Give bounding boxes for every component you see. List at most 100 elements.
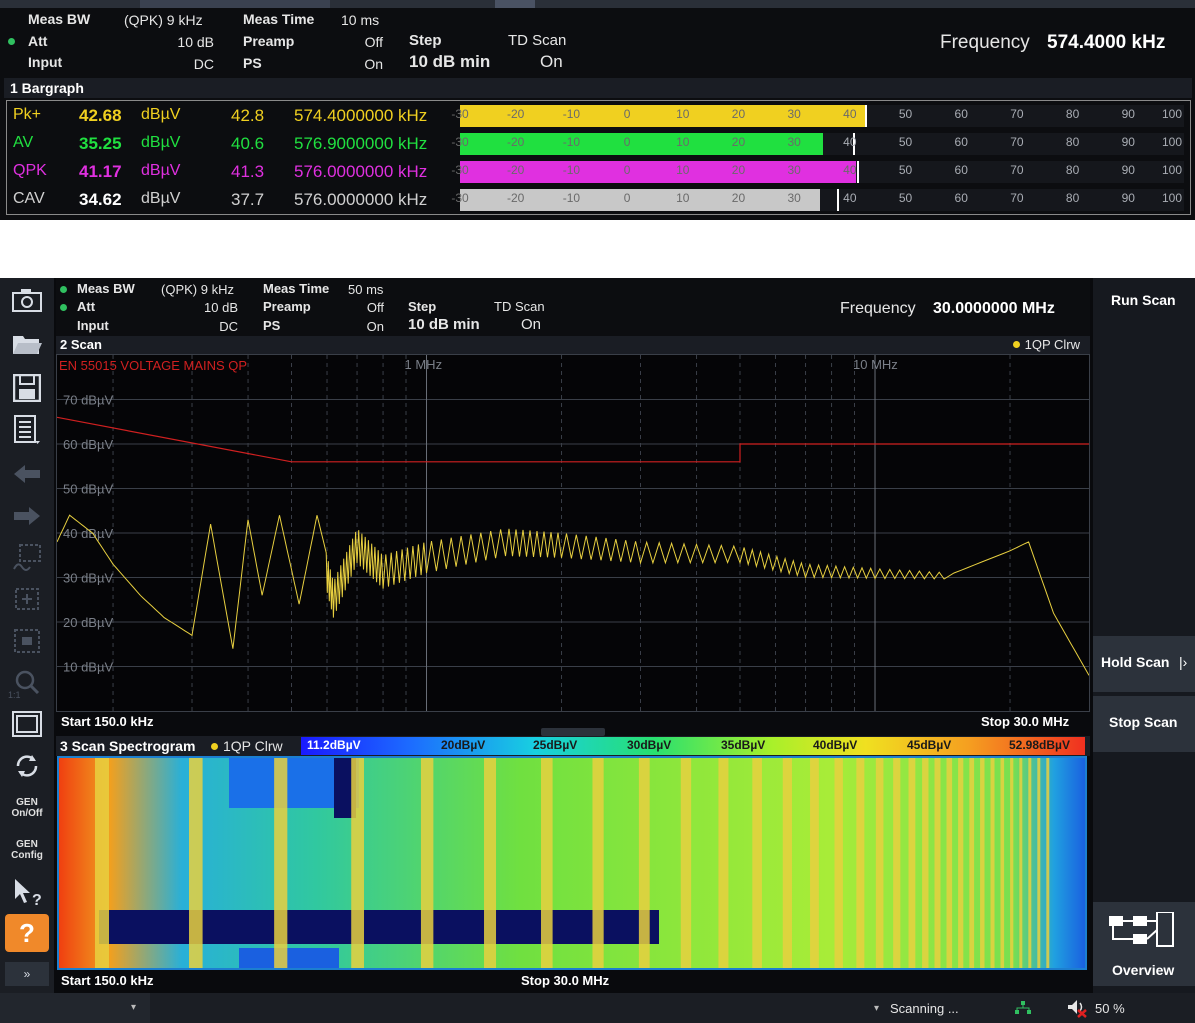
colorbar-label: 45dBµV (907, 738, 952, 752)
frequency-value[interactable]: 574.4000 kHz (1047, 32, 1165, 54)
meas-time-label: Meas Time (263, 281, 330, 296)
report-list-icon[interactable] (5, 410, 49, 450)
spectrogram-harmonic-stripe (893, 758, 901, 968)
full-screen-icon[interactable] (5, 704, 49, 744)
bar-scale-tick: -30 (451, 135, 469, 149)
bar-scale-tick: 50 (898, 163, 913, 177)
bar-scale-tick: 100 (1161, 135, 1183, 149)
open-folder-icon[interactable] (5, 324, 49, 364)
spectrogram-harmonic-stripe (351, 758, 365, 968)
help-icon[interactable]: ? (5, 914, 49, 952)
stop-scan-button[interactable]: Stop Scan (1093, 696, 1195, 752)
step-value: 10 dB min (408, 316, 480, 333)
spectrogram-patch (239, 948, 339, 968)
frequency-label: Frequency (940, 32, 1030, 53)
softkey-panel: Run Scan Hold Scan |› Stop Scan Overview (1093, 278, 1195, 993)
input-value: DC (219, 319, 238, 334)
bar-scale-tick: -30 (451, 107, 469, 121)
y-axis-label: 70 dBµV (63, 393, 113, 408)
bar-scale-tick: 80 (1065, 135, 1080, 149)
meas-bw-label: Meas BW (28, 11, 91, 27)
bar-scale-tick: 20 (731, 191, 746, 205)
bar-scale-tick: 80 (1065, 163, 1080, 177)
y-axis-label: 50 dBµV (63, 482, 113, 497)
spectrogram-trace-legend: 1QP Clrw (211, 738, 283, 754)
bar-scale-tick: -20 (507, 191, 525, 205)
speaker-muted-icon[interactable] (1066, 998, 1092, 1018)
gen-config-button[interactable]: GEN Config (5, 830, 49, 870)
splitter-handle[interactable] (541, 728, 605, 736)
frequency-value[interactable]: 30.0000000 MHz (933, 300, 1055, 318)
spectrogram-harmonic-stripe (484, 758, 497, 968)
att-status-dot (8, 38, 15, 45)
expand-toolbar-chevron-icon[interactable]: » (5, 962, 49, 986)
bargraph-title: 1 Bargraph (4, 78, 1192, 98)
zoom-spectrum-icon[interactable] (5, 538, 49, 578)
zoom-off-icon[interactable]: 1:1 (5, 662, 49, 702)
bar-scale-tick: 30 (787, 135, 801, 149)
scan-stop-label: Stop 30.0 MHz (981, 714, 1070, 729)
ps-value: On (366, 319, 384, 334)
detector-label: Pk+ (13, 106, 42, 123)
context-help-pointer-icon[interactable]: ? (5, 872, 49, 912)
status-dropdown[interactable]: ▾ (0, 993, 150, 1023)
detector-value: 35.25 (79, 134, 122, 153)
zoom-area-icon[interactable] (5, 622, 49, 662)
bar-scale-tick: -30 (451, 163, 469, 177)
detector-unit: dBµV (141, 134, 181, 151)
peak-frequency: 574.4000000 kHz (294, 106, 428, 125)
y-axis-label: 40 dBµV (63, 526, 113, 541)
bar-scale-tick: -10 (562, 163, 581, 177)
tab-strip-handle[interactable] (495, 0, 535, 8)
spectrogram-svg (59, 758, 1085, 968)
meas-time-value: 50 ms (348, 282, 384, 297)
frequency-mark-label: 1 MHz (405, 357, 443, 372)
limit-line-label: EN 55015 VOLTAGE MAINS QP (59, 358, 247, 373)
level-bar: -30 -20 -10 0 10 20 30 40 50 60 70 80 90 100 (451, 105, 1184, 127)
att-status-dot (60, 304, 67, 311)
hold-scan-button[interactable]: Hold Scan |› (1093, 636, 1195, 692)
multi-zoom-icon[interactable] (5, 580, 49, 620)
sequencer-icon[interactable] (5, 746, 49, 786)
att-value: 10 dB (177, 34, 214, 50)
ps-value: On (364, 56, 383, 72)
bargraph-window: Meas BW (QPK) 9 kHz Att 10 dB Input DC M… (0, 0, 1195, 220)
scan-diagram[interactable]: 70 dBµV 60 dBµV 50 dBµV 40 dBµV 30 dBµV 20 dB… (56, 354, 1090, 712)
bar-scale-tick: 10 (676, 163, 690, 177)
scan-plot-svg: 70 dBµV 60 dBµV 50 dBµV 40 dBµV 30 dBµV 20 dB… (57, 355, 1089, 711)
bar-scale-tick: 40 (843, 107, 857, 121)
save-disk-icon[interactable] (5, 368, 49, 408)
bar-scale-tick: -10 (562, 135, 581, 149)
peak-frequency: 576.0000000 kHz (294, 190, 428, 209)
undo-arrow-icon[interactable] (5, 454, 49, 494)
spectrogram-harmonic-stripe (908, 758, 916, 968)
spectrogram-harmonic-stripe (1010, 758, 1014, 968)
y-axis-label: 10 dBµV (63, 660, 113, 675)
overview-flow-icon (1109, 912, 1174, 947)
peak-value: 40.6 (231, 134, 265, 153)
att-label: Att (28, 33, 48, 49)
peak-hold-marker (865, 105, 868, 127)
bar-scale-tick: 70 (1010, 107, 1024, 121)
spectrogram-stop-label: Stop 30.0 MHz (521, 973, 610, 988)
bar-scale-tick: 10 (676, 191, 690, 205)
tab-strip-segment[interactable] (140, 0, 330, 8)
overview-button[interactable]: Overview (1093, 902, 1195, 986)
redo-arrow-icon[interactable] (5, 496, 49, 536)
ps-label: PS (263, 318, 281, 333)
colorbar-label: 25dBµV (533, 738, 578, 752)
spectrogram-harmonic-stripe (1019, 758, 1023, 968)
bar-scale-tick: -20 (507, 135, 525, 149)
gen-on-off-button[interactable]: GEN On/Off (5, 788, 49, 828)
spectrogram-diagram[interactable] (57, 756, 1087, 970)
meas-bw-value: (QPK) 9 kHz (124, 12, 203, 28)
bar-scale-tick: 0 (623, 191, 631, 205)
left-toolbar: 1:1 GEN On/Off GEN Config ? ? » (0, 278, 54, 993)
screenshot-camera-icon[interactable] (5, 280, 49, 320)
limit-line (57, 416, 1089, 463)
colorbar-label: 52.98dBµV (1009, 738, 1070, 752)
colorbar-label: 30dBµV (627, 738, 672, 752)
scan-window-title: 2 Scan 1QP Clrw (56, 336, 1090, 354)
preamp-value: Off (364, 34, 383, 50)
measurement-header: Meas BW (QPK) 9 kHz Att 10 dB Input DC M… (56, 278, 1090, 336)
